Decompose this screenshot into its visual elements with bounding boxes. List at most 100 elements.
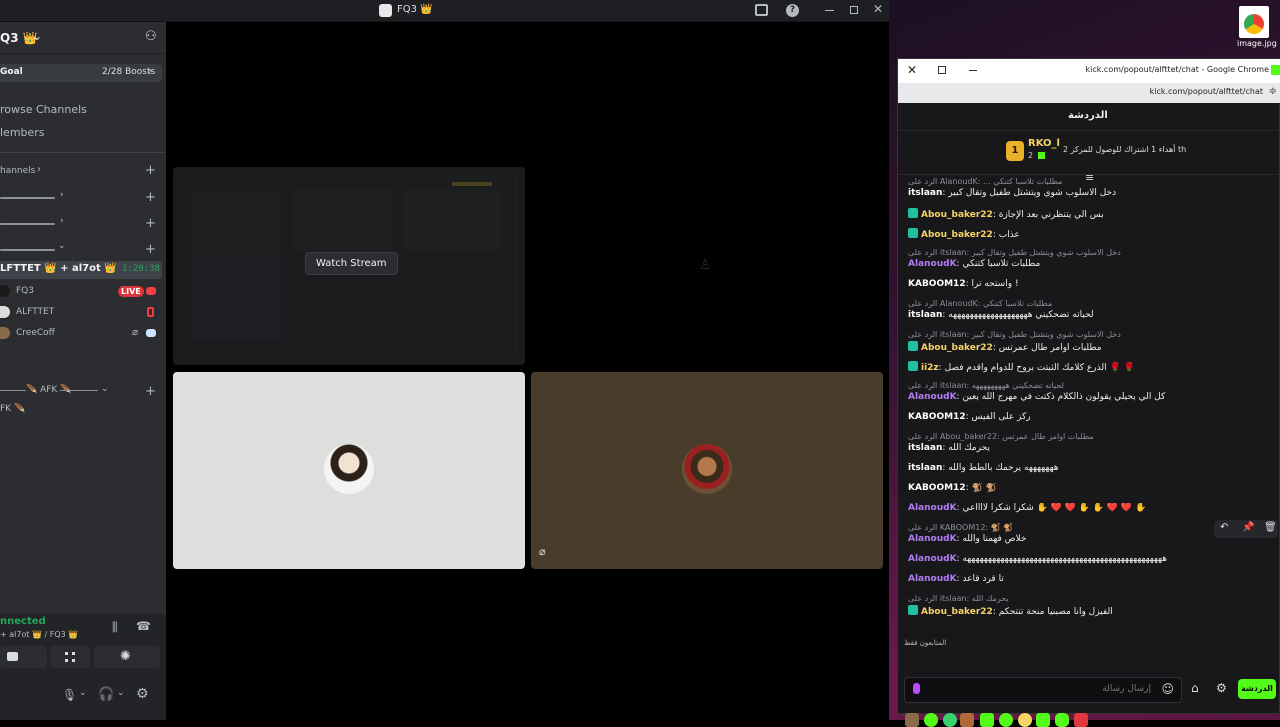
voice-connection-detail[interactable]: + al7ot 👑 / FQ3 👑 <box>0 630 78 639</box>
members-link[interactable]: lembers <box>0 126 45 139</box>
restore-icon[interactable] <box>938 66 946 74</box>
voice-member-name[interactable]: ALFTTET <box>16 307 54 317</box>
chat-username[interactable]: AlanoudK <box>908 534 957 544</box>
microphone-icon[interactable]: 🎙 <box>62 688 77 702</box>
emote-icon[interactable] <box>980 713 994 727</box>
close-icon[interactable]: ✕ <box>873 2 883 16</box>
maximize-icon[interactable] <box>850 6 858 14</box>
emote-icon[interactable] <box>1074 713 1088 727</box>
emote-icon[interactable] <box>905 713 919 727</box>
chat-message[interactable]: Abou_baker22: الفيزل وانا مصبنيا منحة تن… <box>908 605 1267 617</box>
chat-message[interactable]: AlanoudK: تا قرد قاعد <box>908 574 1267 584</box>
chat-message[interactable]: Abou_baker22: مطلبات اوامر طال عمرتس <box>908 341 1267 353</box>
chat-message[interactable]: AlanoudK: شكراً شكراً لااااعي ✋ ❤️ ❤️ ✋ … <box>908 503 1267 513</box>
chat-message[interactable]: itslaan: دخل الاسلوب شوي ويتشتل طفيل وتق… <box>908 188 1267 198</box>
pinned-gift-banner[interactable]: 1 RKO_l 2 أهداء 1 اشتراك للوصول للمركز 2… <box>898 131 1280 175</box>
minimize-icon[interactable] <box>969 70 977 71</box>
watch-stream-button[interactable]: Watch Stream <box>305 252 398 275</box>
pin-icon[interactable]: 📌 <box>1242 522 1254 533</box>
server-header[interactable]: Q3 👑 ⌄ ⚇ <box>0 22 166 54</box>
reply-context[interactable]: الرد على AlanoudK: ... مطلبات تلاسبا كتن… <box>908 177 1267 186</box>
emote-icon[interactable] <box>924 713 938 727</box>
chat-message[interactable]: AlanoudK: هههههههههههههههههههههههههههههه… <box>908 554 1267 564</box>
soundboard-button[interactable]: ✺ <box>94 646 160 668</box>
send-chat-button[interactable]: الدردشة <box>1238 679 1276 699</box>
chat-message[interactable]: KABOOM12: واستحه ترا ! <box>908 279 1267 289</box>
add-channel-icon[interactable]: + <box>145 217 156 230</box>
emote-icon[interactable] <box>943 713 957 727</box>
voice-member-name[interactable]: CreeCoff <box>16 328 55 338</box>
emote-icon[interactable] <box>999 713 1013 727</box>
headphones-icon[interactable]: 🎧 <box>98 687 114 702</box>
camera-button[interactable] <box>0 646 47 668</box>
emoji-icon[interactable]: ☺ <box>1161 682 1174 696</box>
voice-channel-active[interactable]: LFTTET 👑 + al7ot 👑 1:20:38 <box>0 261 162 279</box>
emote-icon[interactable] <box>1018 713 1032 727</box>
chat-username[interactable]: KABOOM12 <box>908 483 966 493</box>
chat-username[interactable]: AlanoudK <box>908 259 957 269</box>
chat-username[interactable]: itslaan <box>908 310 942 320</box>
store-icon[interactable]: ⌂ <box>1191 681 1199 695</box>
tune-icon[interactable]: ≑ <box>1269 86 1277 97</box>
emote-icon[interactable] <box>1055 713 1069 727</box>
add-channel-icon[interactable]: + <box>145 243 156 256</box>
chat-username[interactable]: Abou_baker22 <box>921 607 993 617</box>
reply-context[interactable]: الرد على itslaan: دخل الاسلوب شوي ويتشتل… <box>908 330 1267 339</box>
chat-username[interactable]: ii2z <box>921 363 939 373</box>
chat-username[interactable]: AlanoudK <box>908 554 957 564</box>
delete-icon[interactable]: 🗑 <box>1264 522 1277 533</box>
voice-connected-status[interactable]: nnected <box>0 616 46 627</box>
chevron-down-icon[interactable]: ⌄ <box>79 688 87 698</box>
add-channel-icon[interactable]: + <box>145 164 156 177</box>
chat-username[interactable]: itslaan <box>908 463 942 473</box>
chat-message[interactable]: Abou_baker22: بس الي يتنظرني بعد الإجازة <box>908 208 1267 220</box>
reply-context[interactable]: الرد على Abou_baker22: مطلبات اوامر طال … <box>908 432 1267 441</box>
inbox-icon[interactable] <box>755 4 768 16</box>
address-bar[interactable]: kick.com/popout/alfttet/chat ≑ <box>898 83 1280 103</box>
noise-suppression-icon[interactable]: ⫼ <box>112 620 118 635</box>
close-icon[interactable]: ✕ <box>907 63 917 77</box>
participant-tile-creecoff[interactable]: ⌀ <box>531 372 883 569</box>
add-channel-icon[interactable]: + <box>145 385 156 398</box>
chat-username[interactable]: Abou_baker22 <box>921 343 993 353</box>
settings-gear-icon[interactable]: ⚙ <box>1216 681 1227 695</box>
boost-goal-bar[interactable]: Goal 2/28 Boosts › <box>0 64 162 82</box>
add-member-icon[interactable]: ⚇ <box>145 29 157 44</box>
emote-icon[interactable] <box>960 713 974 727</box>
emote-icon[interactable] <box>1036 713 1050 727</box>
chat-message[interactable]: AlanoudK: كل الي يحيلي يقولون ذالكلام ذك… <box>908 392 1267 402</box>
settings-gear-icon[interactable]: ⚙ <box>136 686 149 702</box>
add-channel-icon[interactable]: + <box>145 191 156 204</box>
reply-context[interactable]: الرد على itslaan: لحياته تضحكيني ههههههه… <box>908 381 1267 390</box>
image-file-icon[interactable] <box>1239 6 1269 38</box>
chat-message[interactable]: ii2z: الذرع كلامك الثبتت بروح للدوام واق… <box>908 361 1267 373</box>
chat-username[interactable]: AlanoudK <box>908 574 957 584</box>
reply-context[interactable]: الرد على AlanoudK: مطلبات تلاسبا كتنكي <box>908 299 1267 308</box>
chat-message[interactable]: itslaan: يحرمك الله <box>908 443 1267 453</box>
browse-channels-link[interactable]: rowse Channels <box>0 103 87 116</box>
chat-message[interactable]: itslaan: لحياته تضحكيني هههههههههههههههه… <box>908 310 1267 320</box>
chevron-down-icon[interactable]: ⌄ <box>117 688 125 698</box>
reply-icon[interactable]: ↶ <box>1220 522 1228 533</box>
voice-member-name[interactable]: FQ3 <box>16 286 34 296</box>
file-label[interactable]: image.jpg <box>1237 39 1277 48</box>
chat-username[interactable]: AlanoudK <box>908 392 957 402</box>
afk-channel[interactable]: FK 🪶 <box>0 404 25 414</box>
chat-username[interactable]: KABOOM12 <box>908 279 966 289</box>
stream-preview-tile[interactable]: Watch Stream <box>173 167 525 365</box>
chat-username[interactable]: itslaan <box>908 443 942 453</box>
chat-username[interactable]: KABOOM12 <box>908 412 966 422</box>
help-icon[interactable]: ? <box>786 4 799 17</box>
microphone-icon[interactable] <box>913 683 920 694</box>
minimize-icon[interactable] <box>825 10 834 11</box>
chat-message[interactable]: KABOOM12: 🐒 🐒 <box>908 483 1267 493</box>
reply-context[interactable]: الرد على itslaan: دخل الاسلوب شوي ويتشتل… <box>908 248 1267 257</box>
disconnect-icon[interactable]: ☎ <box>136 619 151 633</box>
url-text[interactable]: kick.com/popout/alfttet/chat <box>1150 87 1263 96</box>
chat-username[interactable]: Abou_baker22 <box>921 230 993 240</box>
chat-message[interactable]: Abou_baker22: عذاب <box>908 228 1267 240</box>
chat-username[interactable]: Abou_baker22 <box>921 210 993 220</box>
channels-category[interactable]: hannels <box>0 166 35 176</box>
chat-message[interactable]: itslaan: هههههههه يرحمك بالطط والله <box>908 463 1267 473</box>
chat-input[interactable]: إرسال رسالة ☺ <box>904 677 1182 703</box>
